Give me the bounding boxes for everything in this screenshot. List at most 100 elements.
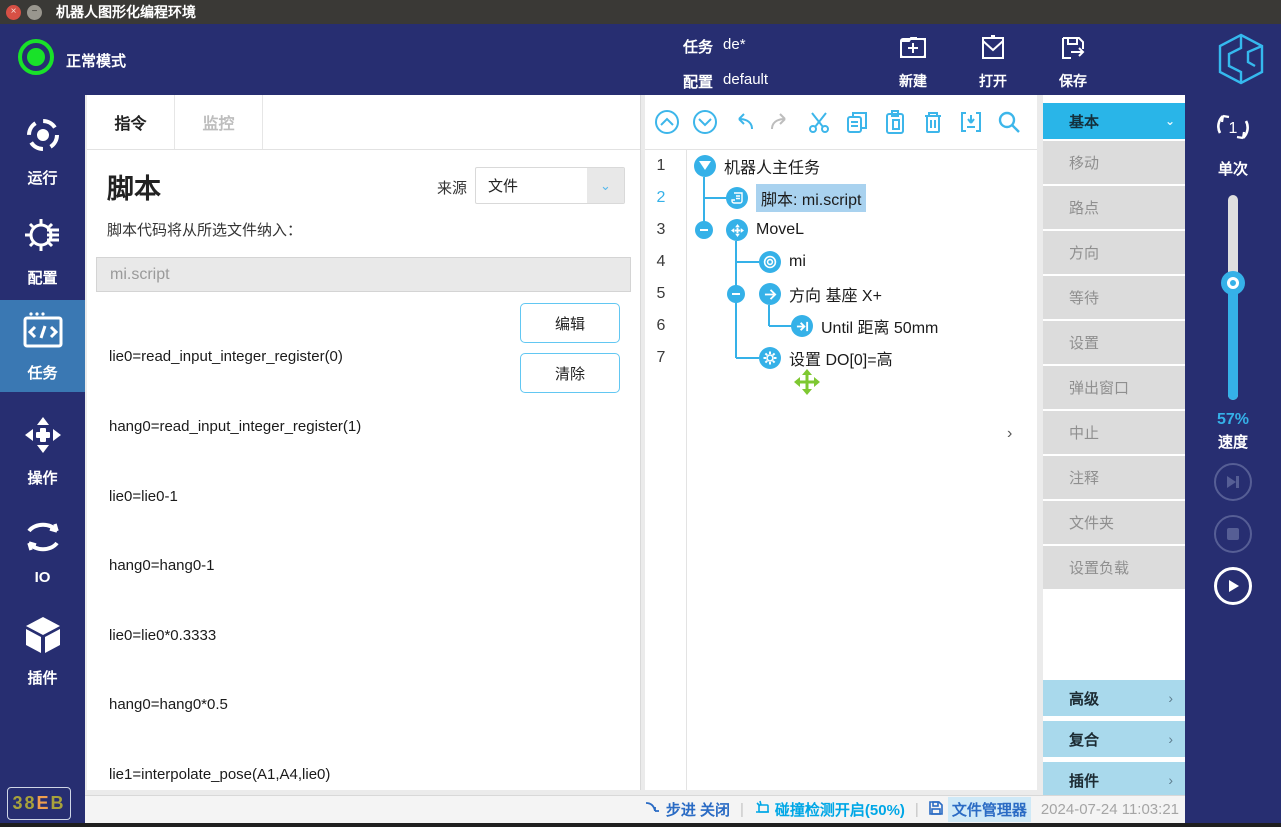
step-mode-status[interactable]: 步进 关闭	[645, 799, 730, 820]
command-item-payload[interactable]: 设置负载	[1043, 546, 1185, 589]
command-group-composite[interactable]: 复合 ›	[1043, 721, 1185, 757]
script-panel: 指令 监控 脚本 来源 文件 ⌄ 脚本代码将从所选文件纳入： mi.script…	[87, 95, 641, 790]
sidebar-item-plugin[interactable]: 插件	[0, 605, 85, 697]
window-close-button[interactable]: ×	[6, 5, 21, 20]
command-item-popup[interactable]: 弹出窗口	[1043, 366, 1185, 409]
move-up-icon[interactable]	[653, 108, 681, 136]
sidebar-item-config[interactable]: 配置	[0, 205, 85, 297]
script-file-input[interactable]: mi.script	[96, 257, 631, 292]
source-select-value: 文件	[476, 175, 587, 196]
tab-monitor[interactable]: 监控	[175, 95, 263, 149]
separator: |	[915, 801, 919, 818]
edit-button[interactable]: 编辑	[520, 303, 620, 343]
file-manager-status[interactable]: 文件管理器	[929, 797, 1031, 822]
tree-row[interactable]: 5 方向 基座 X+	[645, 278, 1037, 310]
command-panel: 基本 ⌄ 移动 路点 方向 等待 设置 弹出窗口 中止 注释 文件夹 设置负载 …	[1043, 95, 1185, 798]
delete-icon[interactable]	[919, 108, 947, 136]
script-node-icon[interactable]	[726, 187, 748, 209]
redo-icon[interactable]	[767, 108, 795, 136]
speed-slider-thumb[interactable]	[1221, 271, 1245, 295]
source-select[interactable]: 文件 ⌄	[475, 167, 625, 204]
code-line: hang0=hang0*0.5	[109, 693, 509, 716]
sidebar-item-task[interactable]: 任务	[0, 300, 85, 392]
script-description: 脚本代码将从所选文件纳入：	[107, 219, 302, 240]
waypoint-node-icon[interactable]	[759, 251, 781, 273]
command-item-waypoint[interactable]: 路点	[1043, 186, 1185, 229]
collapse-node-icon[interactable]	[727, 285, 745, 303]
code-line: hang0=hang0-1	[109, 554, 509, 577]
sidebar-item-io[interactable]: IO	[0, 505, 85, 597]
new-button[interactable]: 新建	[877, 33, 949, 91]
header-actions: 新建 打开 保存	[877, 33, 1109, 91]
chevron-right-icon: ›	[1168, 772, 1173, 788]
floppy-icon	[929, 801, 943, 819]
command-item-wait[interactable]: 等待	[1043, 276, 1185, 319]
collision-status[interactable]: 碰撞检测开启(50%)	[754, 799, 905, 820]
code-line: lie0=read_input_integer_register(0)	[109, 345, 509, 368]
mode-indicator-icon	[18, 39, 54, 75]
task-root-icon[interactable]	[694, 155, 716, 177]
window-title: 机器人图形化编程环境	[56, 2, 196, 22]
command-item-comment[interactable]: 注释	[1043, 456, 1185, 499]
sidebar-item-run[interactable]: 运行	[0, 105, 85, 197]
task-value: de*	[723, 36, 746, 57]
cube-icon	[23, 615, 63, 660]
merge-icon[interactable]	[957, 108, 985, 136]
clear-button[interactable]: 清除	[520, 353, 620, 393]
tab-instruction[interactable]: 指令	[87, 95, 175, 149]
task-label: 任务	[683, 36, 713, 57]
tree-row[interactable]: 3 MoveL	[645, 214, 1037, 246]
io-cycle-icon	[23, 517, 63, 562]
command-item-direction[interactable]: 方向	[1043, 231, 1185, 274]
play-button[interactable]	[1214, 567, 1252, 605]
paste-icon[interactable]	[881, 108, 909, 136]
command-group-advanced[interactable]: 高级 ›	[1043, 680, 1185, 716]
single-run-control[interactable]: 1 单次	[1185, 105, 1281, 179]
code-line: lie0=lie0-1	[109, 485, 509, 508]
page-title: 脚本	[107, 167, 161, 206]
copy-icon[interactable]	[843, 108, 871, 136]
command-item-abort[interactable]: 中止	[1043, 411, 1185, 454]
tree-row[interactable]: 2 脚本: mi.script	[645, 182, 1037, 214]
command-category-basic[interactable]: 基本 ⌄	[1043, 103, 1185, 139]
window-minimize-button[interactable]: −	[27, 5, 42, 20]
single-cycle-icon: 1	[1211, 136, 1255, 153]
bottom-edge	[0, 823, 1281, 827]
stop-button[interactable]	[1214, 515, 1252, 553]
status-badge: 38EB	[7, 787, 71, 820]
command-item-move[interactable]: 移动	[1043, 141, 1185, 184]
set-node-icon[interactable]	[759, 347, 781, 369]
save-button[interactable]: 保存	[1037, 33, 1109, 91]
move-down-icon[interactable]	[691, 108, 719, 136]
chevron-down-icon: ⌄	[587, 168, 624, 203]
single-label: 单次	[1185, 158, 1281, 179]
app-logo-icon	[1215, 32, 1267, 91]
sidebar-item-operate[interactable]: 操作	[0, 405, 85, 497]
movel-node-icon[interactable]	[726, 219, 748, 241]
undo-icon[interactable]	[729, 108, 757, 136]
panel-collapse-handle[interactable]: ›	[1007, 425, 1012, 443]
program-tree-panel: 1 机器人主任务 2 脚本: mi.script 3 MoveL 4 mi 5	[645, 95, 1037, 790]
speed-slider-fill	[1228, 283, 1238, 400]
chevron-down-icon: ⌄	[1165, 114, 1175, 128]
collapse-node-icon[interactable]	[695, 221, 713, 239]
step-forward-button[interactable]	[1214, 463, 1252, 501]
open-button[interactable]: 打开	[957, 33, 1029, 91]
search-icon[interactable]	[995, 108, 1023, 136]
new-file-icon	[898, 50, 928, 67]
until-node-icon[interactable]	[791, 315, 813, 337]
command-item-set[interactable]: 设置	[1043, 321, 1185, 364]
direction-node-icon[interactable]	[759, 283, 781, 305]
tree-row[interactable]: 7 设置 DO[0]=高	[645, 342, 1037, 374]
tab-bar: 指令 监控	[87, 95, 640, 150]
status-timestamp: 2024-07-24 11:03:21	[1041, 801, 1179, 818]
speed-slider[interactable]	[1228, 195, 1238, 400]
tree-row[interactable]: 1 机器人主任务	[645, 150, 1037, 182]
command-item-folder[interactable]: 文件夹	[1043, 501, 1185, 544]
status-bar: 步进 关闭 | 碰撞检测开启(50%) | 文件管理器 2024-07-24 1…	[85, 795, 1185, 823]
tree-row[interactable]: 6 Until 距离 50mm	[645, 310, 1037, 342]
tree-row[interactable]: 4 mi	[645, 246, 1037, 278]
command-group-plugin[interactable]: 插件 ›	[1043, 762, 1185, 798]
step-icon	[645, 801, 661, 819]
cut-icon[interactable]	[805, 108, 833, 136]
